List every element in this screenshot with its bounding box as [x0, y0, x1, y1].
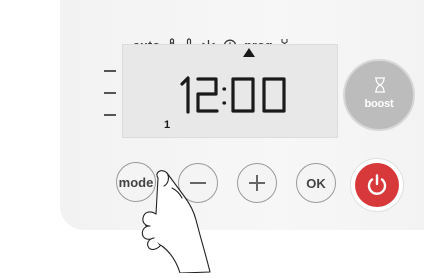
- ok-label: OK: [306, 176, 326, 191]
- power-button-face: [355, 163, 399, 207]
- program-index: 1: [164, 119, 171, 131]
- power-icon: [367, 174, 387, 195]
- hourglass-icon: [374, 77, 386, 98]
- level-tick: [104, 70, 116, 72]
- hand-pointer-illustration: [110, 160, 220, 278]
- boost-label: boost: [364, 98, 394, 110]
- thermostat-panel: auto: [0, 0, 424, 274]
- time-readout: [178, 72, 298, 123]
- ok-button[interactable]: OK: [296, 163, 336, 203]
- level-tick: [104, 92, 116, 94]
- plus-button[interactable]: [237, 163, 277, 203]
- boost-button[interactable]: boost: [343, 59, 415, 131]
- level-tick: [104, 114, 116, 116]
- mode-pointer-icon: [243, 48, 255, 57]
- power-button[interactable]: [350, 158, 404, 212]
